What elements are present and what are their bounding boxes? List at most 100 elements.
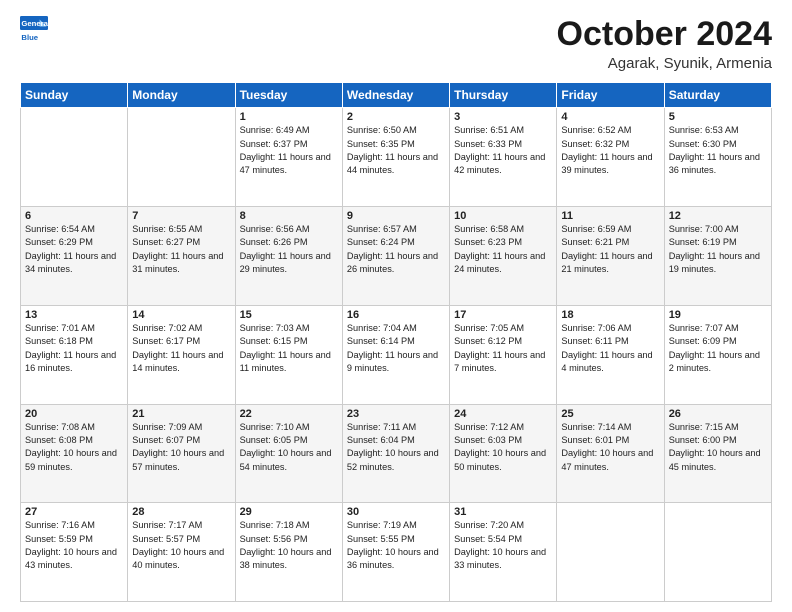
day-cell [557, 503, 664, 602]
day-info: Sunrise: 7:06 AM Sunset: 6:11 PM Dayligh… [561, 322, 659, 375]
day-number: 18 [561, 309, 659, 321]
day-number: 14 [132, 309, 230, 321]
calendar-title: October 2024 [557, 16, 772, 53]
week-row-3: 20Sunrise: 7:08 AM Sunset: 6:08 PM Dayli… [21, 404, 772, 503]
day-info: Sunrise: 6:52 AM Sunset: 6:32 PM Dayligh… [561, 124, 659, 177]
week-row-2: 13Sunrise: 7:01 AM Sunset: 6:18 PM Dayli… [21, 305, 772, 404]
day-cell: 9Sunrise: 6:57 AM Sunset: 6:24 PM Daylig… [342, 207, 449, 306]
day-cell [664, 503, 771, 602]
day-number: 4 [561, 111, 659, 123]
svg-text:Blue: Blue [21, 33, 38, 42]
day-info: Sunrise: 7:05 AM Sunset: 6:12 PM Dayligh… [454, 322, 552, 375]
day-number: 1 [240, 111, 338, 123]
day-info: Sunrise: 7:01 AM Sunset: 6:18 PM Dayligh… [25, 322, 123, 375]
day-cell: 19Sunrise: 7:07 AM Sunset: 6:09 PM Dayli… [664, 305, 771, 404]
page: General Blue October 2024 Agarak, Syunik… [0, 0, 792, 612]
day-info: Sunrise: 7:17 AM Sunset: 5:57 PM Dayligh… [132, 519, 230, 572]
day-cell: 6Sunrise: 6:54 AM Sunset: 6:29 PM Daylig… [21, 207, 128, 306]
day-number: 31 [454, 506, 552, 518]
day-cell: 3Sunrise: 6:51 AM Sunset: 6:33 PM Daylig… [450, 108, 557, 207]
day-info: Sunrise: 7:16 AM Sunset: 5:59 PM Dayligh… [25, 519, 123, 572]
day-info: Sunrise: 7:15 AM Sunset: 6:00 PM Dayligh… [669, 421, 767, 474]
day-cell: 30Sunrise: 7:19 AM Sunset: 5:55 PM Dayli… [342, 503, 449, 602]
day-cell: 16Sunrise: 7:04 AM Sunset: 6:14 PM Dayli… [342, 305, 449, 404]
day-cell: 18Sunrise: 7:06 AM Sunset: 6:11 PM Dayli… [557, 305, 664, 404]
day-info: Sunrise: 7:04 AM Sunset: 6:14 PM Dayligh… [347, 322, 445, 375]
day-cell: 27Sunrise: 7:16 AM Sunset: 5:59 PM Dayli… [21, 503, 128, 602]
day-cell: 28Sunrise: 7:17 AM Sunset: 5:57 PM Dayli… [128, 503, 235, 602]
day-cell: 31Sunrise: 7:20 AM Sunset: 5:54 PM Dayli… [450, 503, 557, 602]
day-info: Sunrise: 6:50 AM Sunset: 6:35 PM Dayligh… [347, 124, 445, 177]
day-info: Sunrise: 6:56 AM Sunset: 6:26 PM Dayligh… [240, 223, 338, 276]
day-info: Sunrise: 6:55 AM Sunset: 6:27 PM Dayligh… [132, 223, 230, 276]
day-cell: 4Sunrise: 6:52 AM Sunset: 6:32 PM Daylig… [557, 108, 664, 207]
day-info: Sunrise: 7:00 AM Sunset: 6:19 PM Dayligh… [669, 223, 767, 276]
day-cell: 25Sunrise: 7:14 AM Sunset: 6:01 PM Dayli… [557, 404, 664, 503]
header: General Blue October 2024 Agarak, Syunik… [20, 16, 772, 72]
day-info: Sunrise: 6:53 AM Sunset: 6:30 PM Dayligh… [669, 124, 767, 177]
day-cell: 11Sunrise: 6:59 AM Sunset: 6:21 PM Dayli… [557, 207, 664, 306]
day-info: Sunrise: 6:58 AM Sunset: 6:23 PM Dayligh… [454, 223, 552, 276]
day-cell: 20Sunrise: 7:08 AM Sunset: 6:08 PM Dayli… [21, 404, 128, 503]
day-cell: 7Sunrise: 6:55 AM Sunset: 6:27 PM Daylig… [128, 207, 235, 306]
day-number: 3 [454, 111, 552, 123]
day-number: 28 [132, 506, 230, 518]
day-number: 16 [347, 309, 445, 321]
day-number: 22 [240, 408, 338, 420]
day-cell: 14Sunrise: 7:02 AM Sunset: 6:17 PM Dayli… [128, 305, 235, 404]
day-info: Sunrise: 7:09 AM Sunset: 6:07 PM Dayligh… [132, 421, 230, 474]
day-info: Sunrise: 7:11 AM Sunset: 6:04 PM Dayligh… [347, 421, 445, 474]
day-number: 27 [25, 506, 123, 518]
week-row-4: 27Sunrise: 7:16 AM Sunset: 5:59 PM Dayli… [21, 503, 772, 602]
col-friday: Friday [557, 83, 664, 108]
day-number: 20 [25, 408, 123, 420]
col-wednesday: Wednesday [342, 83, 449, 108]
week-row-1: 6Sunrise: 6:54 AM Sunset: 6:29 PM Daylig… [21, 207, 772, 306]
col-saturday: Saturday [664, 83, 771, 108]
day-info: Sunrise: 7:08 AM Sunset: 6:08 PM Dayligh… [25, 421, 123, 474]
day-info: Sunrise: 7:02 AM Sunset: 6:17 PM Dayligh… [132, 322, 230, 375]
day-number: 12 [669, 210, 767, 222]
day-number: 29 [240, 506, 338, 518]
day-info: Sunrise: 7:14 AM Sunset: 6:01 PM Dayligh… [561, 421, 659, 474]
day-info: Sunrise: 7:18 AM Sunset: 5:56 PM Dayligh… [240, 519, 338, 572]
day-cell: 13Sunrise: 7:01 AM Sunset: 6:18 PM Dayli… [21, 305, 128, 404]
day-number: 17 [454, 309, 552, 321]
logo: General Blue [20, 16, 52, 44]
day-cell: 5Sunrise: 6:53 AM Sunset: 6:30 PM Daylig… [664, 108, 771, 207]
svg-text:General: General [21, 19, 48, 28]
day-number: 26 [669, 408, 767, 420]
day-number: 5 [669, 111, 767, 123]
day-number: 10 [454, 210, 552, 222]
logo-icon: General Blue [20, 16, 48, 44]
day-number: 2 [347, 111, 445, 123]
day-number: 9 [347, 210, 445, 222]
day-number: 6 [25, 210, 123, 222]
col-monday: Monday [128, 83, 235, 108]
header-row: Sunday Monday Tuesday Wednesday Thursday… [21, 83, 772, 108]
col-thursday: Thursday [450, 83, 557, 108]
day-info: Sunrise: 7:20 AM Sunset: 5:54 PM Dayligh… [454, 519, 552, 572]
day-number: 13 [25, 309, 123, 321]
day-info: Sunrise: 7:10 AM Sunset: 6:05 PM Dayligh… [240, 421, 338, 474]
day-cell: 1Sunrise: 6:49 AM Sunset: 6:37 PM Daylig… [235, 108, 342, 207]
day-info: Sunrise: 7:12 AM Sunset: 6:03 PM Dayligh… [454, 421, 552, 474]
day-info: Sunrise: 6:54 AM Sunset: 6:29 PM Dayligh… [25, 223, 123, 276]
day-cell: 22Sunrise: 7:10 AM Sunset: 6:05 PM Dayli… [235, 404, 342, 503]
day-info: Sunrise: 7:07 AM Sunset: 6:09 PM Dayligh… [669, 322, 767, 375]
day-cell: 12Sunrise: 7:00 AM Sunset: 6:19 PM Dayli… [664, 207, 771, 306]
day-number: 24 [454, 408, 552, 420]
day-number: 8 [240, 210, 338, 222]
day-info: Sunrise: 6:57 AM Sunset: 6:24 PM Dayligh… [347, 223, 445, 276]
day-cell: 26Sunrise: 7:15 AM Sunset: 6:00 PM Dayli… [664, 404, 771, 503]
day-cell: 15Sunrise: 7:03 AM Sunset: 6:15 PM Dayli… [235, 305, 342, 404]
day-number: 11 [561, 210, 659, 222]
day-number: 19 [669, 309, 767, 321]
day-cell: 29Sunrise: 7:18 AM Sunset: 5:56 PM Dayli… [235, 503, 342, 602]
col-sunday: Sunday [21, 83, 128, 108]
day-number: 15 [240, 309, 338, 321]
day-info: Sunrise: 6:59 AM Sunset: 6:21 PM Dayligh… [561, 223, 659, 276]
day-number: 23 [347, 408, 445, 420]
day-info: Sunrise: 7:03 AM Sunset: 6:15 PM Dayligh… [240, 322, 338, 375]
day-cell [21, 108, 128, 207]
